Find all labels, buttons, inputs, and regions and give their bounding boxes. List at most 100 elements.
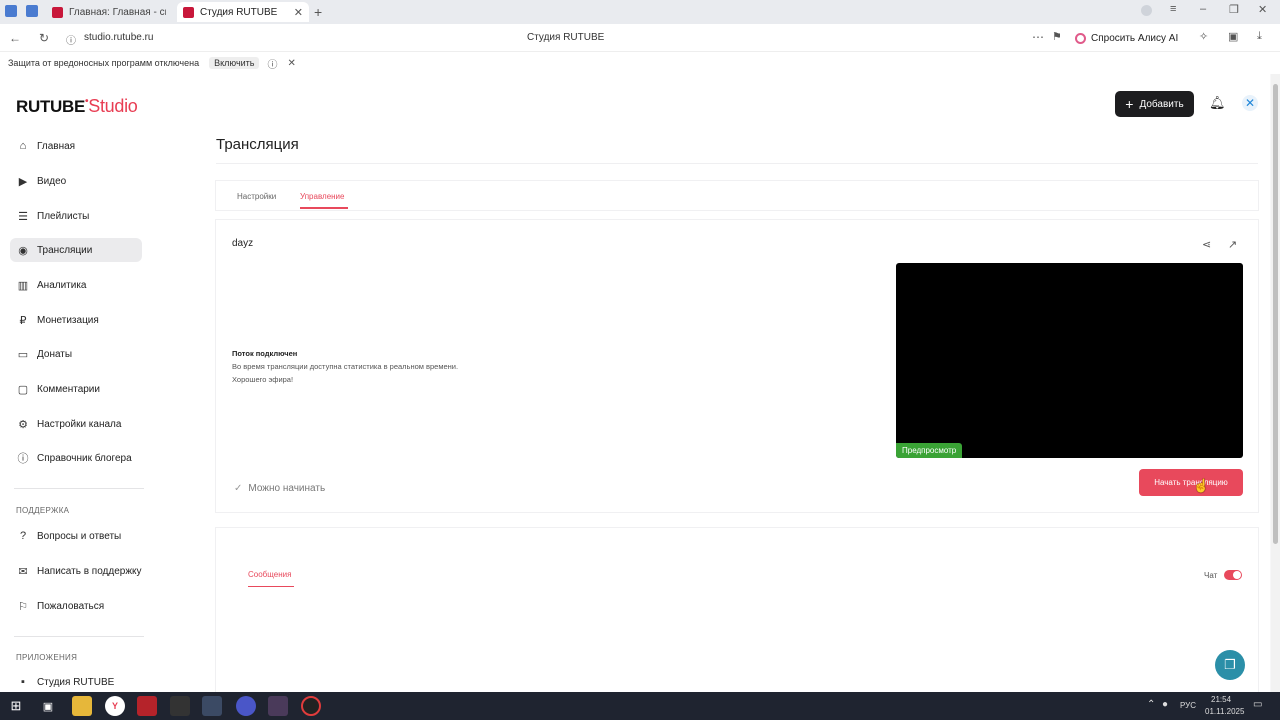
video-icon: ▶ — [18, 175, 28, 188]
app-icon[interactable] — [137, 696, 157, 716]
sidebar: RUTUBE•Studio ⌂ Главная ▶ Видео ☰ Плейлисты… — [0, 74, 200, 692]
sidebar-item-faq[interactable]: ? Вопросы и ответы — [10, 524, 142, 548]
sidebar-item-playlists[interactable]: ☰ Плейлисты — [10, 204, 142, 228]
active-tab-indicator — [300, 207, 348, 209]
menu-icon[interactable]: ≡ — [1170, 3, 1176, 15]
info-icon: ⓘ — [17, 453, 29, 465]
clock-time[interactable]: 21:54 — [1211, 695, 1231, 704]
sidebar-item-blogger-guide[interactable]: ⓘ Справочник блогера — [10, 446, 142, 470]
playlist-icon: ☰ — [18, 210, 28, 223]
app-icon[interactable] — [170, 696, 190, 716]
sidebar-item-comments[interactable]: ▢ Комментарии — [10, 377, 142, 401]
sidebar-item-analytics[interactable]: ▥ Аналитика — [10, 273, 142, 297]
minimize-icon[interactable]: – — [1200, 3, 1206, 15]
add-button[interactable]: + Добавить — [1115, 91, 1194, 117]
taskbar: ⊞ ▣ Y ⌃ ● РУС 21:54 01.11.2025 ▭ — [0, 692, 1280, 720]
tabs-card: Настройки Управление — [216, 181, 1258, 210]
ready-status: ✓ Можно начинать — [234, 483, 325, 494]
status-line-1: Во время трансляции доступна статистика … — [232, 362, 459, 371]
sidebar-item-monetization[interactable]: ₽ Монетизация — [10, 308, 142, 332]
sidebar-item-broadcasts[interactable]: ◉ Трансляции — [10, 238, 142, 262]
add-button-label: Добавить — [1139, 98, 1184, 110]
sidebar-item-label: Справочник блогера — [37, 452, 132, 464]
task-view-icon[interactable]: ▣ — [38, 696, 58, 716]
back-icon[interactable]: ← — [9, 31, 21, 45]
start-icon[interactable]: ⊞ — [6, 696, 26, 716]
sidebar-item-label: Монетизация — [37, 314, 99, 326]
donate-icon: ▭ — [17, 348, 29, 361]
notification-icon[interactable]: ▭ — [1253, 699, 1262, 710]
site-info-icon[interactable]: ⓘ — [66, 32, 76, 47]
broadcast-icon: ◉ — [18, 244, 28, 257]
title-divider — [216, 163, 1258, 164]
app-icon[interactable] — [236, 696, 256, 716]
clock-date[interactable]: 01.11.2025 — [1205, 707, 1244, 716]
sidebar-item-studio-app[interactable]: ▪ Студия RUTUBE — [10, 672, 142, 692]
bell-icon[interactable]: 🔔︎ — [1209, 95, 1226, 111]
help-icon[interactable]: ⓘ — [267, 56, 277, 71]
sidebar-item-donations[interactable]: ▭ Донаты — [10, 342, 142, 366]
alice-label: Спросить Алису AI — [1091, 32, 1179, 44]
new-tab-icon[interactable]: + — [314, 4, 322, 20]
more-icon[interactable]: ⋯ — [1032, 30, 1044, 44]
share-icon[interactable]: ⋖ — [1202, 238, 1211, 251]
close-tab-icon[interactable]: ✕ — [294, 6, 303, 19]
rutube-favicon-icon — [52, 6, 63, 18]
tab-management[interactable]: Управление — [300, 192, 344, 201]
yandex-browser-icon[interactable]: Y — [105, 696, 125, 716]
start-broadcast-button[interactable]: Начать трансляцию — [1139, 469, 1243, 496]
tab-label: Студия RUTUBE — [200, 6, 278, 18]
stream-name: dayz — [232, 238, 254, 249]
sidebar-item-channel-settings[interactable]: ⚙ Настройки канала — [10, 412, 142, 436]
messages-card: Сообщения Чат — [216, 528, 1258, 698]
avatar[interactable]: ✕ — [1242, 95, 1258, 111]
sidebar-item-contact-support[interactable]: ✉ Написать в поддержку — [10, 559, 142, 583]
app-icon[interactable] — [268, 696, 288, 716]
sidebar-divider — [14, 636, 144, 637]
app-icon[interactable] — [202, 696, 222, 716]
reload-icon[interactable]: ↻ — [39, 31, 49, 45]
sidebar-item-report[interactable]: ⚐ Пожаловаться — [10, 594, 142, 618]
browser-tab-bar: Главная: Главная - смотр Студия RUTUBE ✕… — [0, 0, 1280, 24]
chat-label: Чат — [1204, 571, 1218, 580]
maximize-icon[interactable]: ❐ — [1229, 3, 1239, 16]
tab-settings[interactable]: Настройки — [237, 192, 276, 201]
tab-home[interactable]: Главная: Главная - смотр — [46, 2, 172, 22]
enable-protection-button[interactable]: Включить — [209, 57, 260, 69]
obs-icon[interactable] — [301, 696, 321, 716]
alice-button[interactable]: Спросить Алису AI — [1075, 29, 1178, 47]
tabs-panel-icon[interactable] — [26, 5, 38, 17]
page-title: Трансляция — [216, 136, 299, 153]
bookmark-icon[interactable]: ⚑ — [1052, 30, 1062, 43]
tab-studio[interactable]: Студия RUTUBE ✕ — [177, 2, 309, 22]
external-link-icon[interactable]: ↗ — [1228, 238, 1237, 251]
extensions-icon[interactable]: ✧ — [1199, 30, 1208, 43]
sidebar-item-video[interactable]: ▶ Видео — [10, 169, 142, 193]
close-window-icon[interactable]: ✕ — [1258, 3, 1267, 16]
check-icon: ✓ — [234, 483, 243, 494]
rutube-studio-logo[interactable]: RUTUBE•Studio — [16, 96, 138, 117]
tab-label: Главная: Главная - смотр — [69, 6, 166, 18]
chat-toggle[interactable] — [1224, 570, 1242, 580]
rutube-favicon-icon — [183, 6, 194, 18]
download-icon[interactable]: ⤓ — [1257, 30, 1262, 43]
tab-messages[interactable]: Сообщения — [248, 570, 291, 579]
language-indicator[interactable]: РУС — [1180, 701, 1196, 710]
page-scrollbar[interactable] — [1271, 74, 1280, 692]
sidebar-panel-icon[interactable] — [5, 5, 17, 17]
sidebar-item-home[interactable]: ⌂ Главная — [10, 134, 142, 158]
tray-arrow-icon[interactable]: ⌃ — [1147, 699, 1155, 710]
profile-icon[interactable] — [1141, 5, 1152, 16]
url-field[interactable]: studio.rutube.ru — [84, 32, 154, 43]
scrollbar-thumb[interactable] — [1273, 84, 1278, 544]
collections-icon[interactable]: ▣ — [1228, 30, 1238, 43]
video-preview[interactable]: Предпросмотр — [896, 263, 1243, 458]
cursor-icon: ☝ — [1193, 478, 1210, 493]
studio-icon: ▪ — [21, 676, 25, 688]
chat-support-icon[interactable]: ❐ — [1215, 650, 1245, 680]
explorer-icon[interactable] — [72, 696, 92, 716]
close-icon[interactable]: ✕ — [287, 58, 295, 69]
mic-icon[interactable]: ● — [1162, 699, 1168, 710]
protection-text: Защита от вредоносных программ отключена — [8, 58, 200, 68]
sidebar-item-label: Видео — [37, 175, 67, 187]
